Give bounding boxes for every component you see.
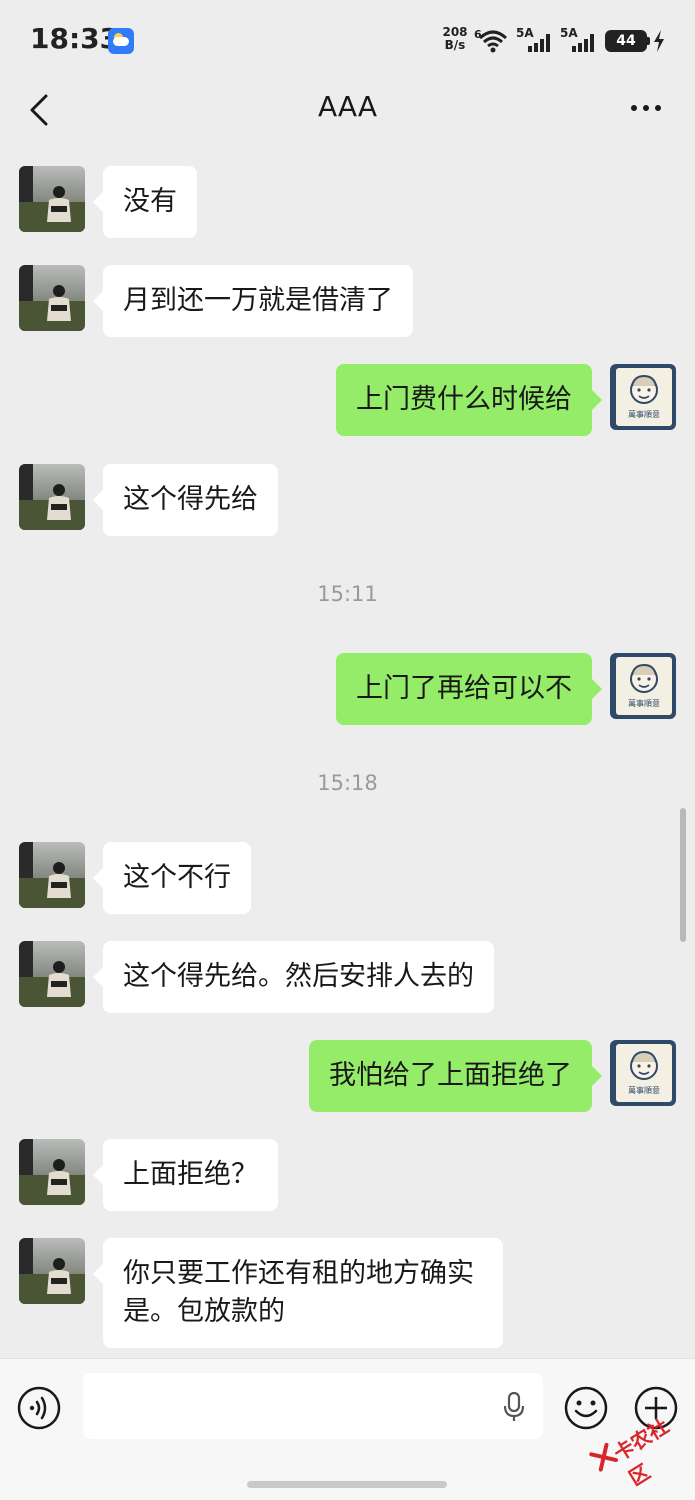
message-text: 上门费什么时候给 bbox=[356, 384, 572, 415]
message-text: 上门了再给可以不 bbox=[356, 673, 572, 704]
message-text: 这个不行 bbox=[123, 862, 231, 893]
message-bubble-received[interactable]: 没有 bbox=[93, 166, 197, 238]
contact-avatar[interactable] bbox=[19, 941, 85, 1007]
contact-avatar[interactable] bbox=[19, 1139, 85, 1205]
battery-icon: 44 bbox=[605, 30, 647, 52]
signal-1-icon: 5A bbox=[516, 26, 554, 52]
message-text: 这个得先给。然后安排人去的 bbox=[123, 961, 474, 992]
home-indicator[interactable] bbox=[247, 1481, 447, 1488]
status-time: 18:33 bbox=[30, 22, 120, 55]
self-avatar-caption: 萬事順意 bbox=[628, 409, 660, 419]
message-bubble-received[interactable]: 月到还一万就是借清了 bbox=[93, 265, 413, 337]
chat-message-list[interactable]: 没有 月到还一万就是借清了 上门费什么时候给 萬事順意 这个得先给 15:11 … bbox=[0, 140, 695, 1358]
self-avatar[interactable]: 萬事順意 bbox=[610, 1040, 676, 1106]
wifi-band-label: 6 bbox=[474, 28, 482, 41]
self-avatar-caption: 萬事順意 bbox=[628, 1085, 660, 1095]
contact-avatar[interactable] bbox=[19, 166, 85, 232]
message-bubble-sent[interactable]: 上门费什么时候给 bbox=[336, 364, 602, 436]
message-text: 我怕给了上面拒绝了 bbox=[329, 1060, 572, 1091]
contact-avatar[interactable] bbox=[19, 842, 85, 908]
chat-title: AAA bbox=[317, 90, 378, 123]
contact-avatar[interactable] bbox=[19, 464, 85, 530]
network-speed: 208 B/s bbox=[440, 26, 470, 52]
weather-icon bbox=[108, 28, 134, 54]
message-text: 你只要工作还有租的地方确实是。包放款的 bbox=[123, 1258, 474, 1327]
voice-icon[interactable] bbox=[16, 1385, 62, 1431]
wifi-icon: 6 bbox=[474, 28, 508, 53]
self-avatar[interactable]: 萬事順意 bbox=[610, 653, 676, 719]
network-speed-unit: B/s bbox=[444, 38, 466, 52]
message-bubble-received[interactable]: 这个得先给。然后安排人去的 bbox=[93, 941, 494, 1013]
scrollbar[interactable] bbox=[680, 808, 686, 942]
message-input[interactable] bbox=[83, 1373, 543, 1439]
status-bar: 18:33 208 B/s 6 5A 5A 44 bbox=[0, 0, 695, 80]
emoji-icon[interactable] bbox=[563, 1385, 609, 1431]
message-text: 月到还一万就是借清了 bbox=[123, 285, 393, 316]
message-bubble-sent[interactable]: 我怕给了上面拒绝了 bbox=[309, 1040, 602, 1112]
contact-avatar[interactable] bbox=[19, 1238, 85, 1304]
charging-icon bbox=[654, 30, 664, 52]
mic-icon[interactable] bbox=[500, 1391, 528, 1423]
contact-avatar[interactable] bbox=[19, 265, 85, 331]
message-text: 没有 bbox=[123, 186, 177, 217]
chat-header: AAA bbox=[0, 80, 695, 140]
message-bubble-received[interactable]: 这个得先给 bbox=[93, 464, 278, 536]
self-avatar[interactable]: 萬事順意 bbox=[610, 364, 676, 430]
message-bubble-received[interactable]: 你只要工作还有租的地方确实是。包放款的 bbox=[93, 1238, 503, 1348]
self-avatar-caption: 萬事順意 bbox=[628, 698, 660, 708]
message-text: 这个得先给 bbox=[123, 484, 258, 515]
message-bubble-received[interactable]: 这个不行 bbox=[93, 842, 251, 914]
message-bubble-sent[interactable]: 上门了再给可以不 bbox=[336, 653, 602, 725]
message-bubble-received[interactable]: 上面拒绝？ bbox=[93, 1139, 278, 1211]
message-text: 上面拒绝？ bbox=[123, 1159, 258, 1190]
message-input-bar bbox=[0, 1358, 695, 1500]
signal-2-icon: 5A bbox=[560, 26, 598, 52]
more-icon[interactable] bbox=[626, 96, 666, 120]
message-timestamp: 15:11 bbox=[317, 582, 378, 606]
battery-cap bbox=[647, 37, 650, 45]
message-timestamp: 15:18 bbox=[317, 771, 378, 795]
